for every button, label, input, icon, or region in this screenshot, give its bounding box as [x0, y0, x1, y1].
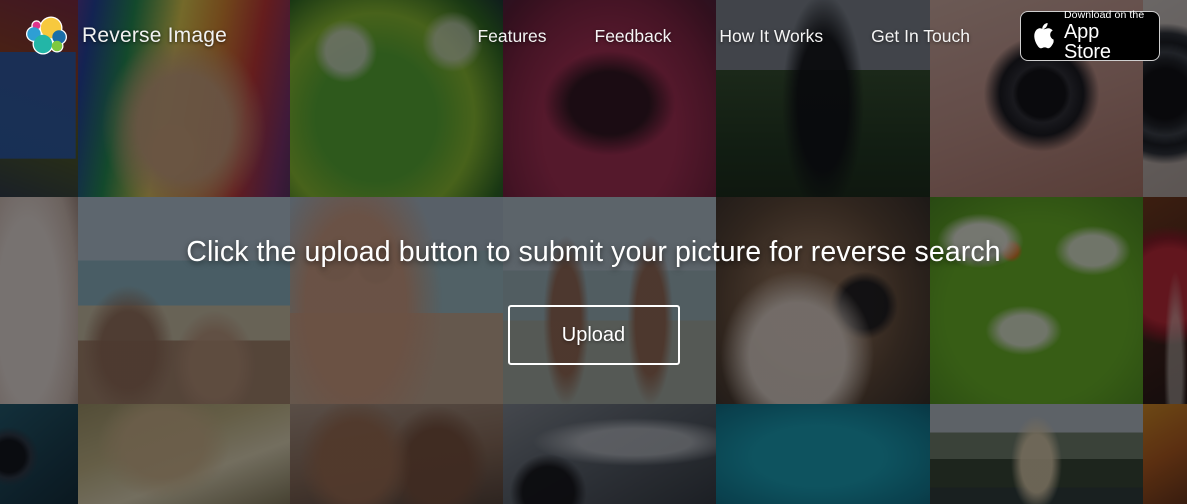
hero-title: Click the upload button to submit your p… [186, 236, 1001, 268]
nav-link-features[interactable]: Features [453, 20, 570, 53]
brand[interactable]: Reverse Image [0, 12, 227, 60]
site-header: Reverse Image Features Feedback How It W… [0, 0, 1187, 72]
app-store-download-button[interactable]: Download on the App Store [1020, 10, 1160, 63]
nav-link-get-in-touch[interactable]: Get In Touch [847, 20, 994, 53]
landing-page: Reverse Image Features Feedback How It W… [0, 0, 1187, 504]
upload-button[interactable]: Upload [507, 305, 680, 365]
nav-link-how-it-works[interactable]: How It Works [695, 20, 847, 53]
app-store-small-text: Download on the [1064, 8, 1145, 21]
main-navigation: Features Feedback How It Works Get In To… [453, 20, 994, 53]
nav-link-feedback[interactable]: Feedback [571, 20, 696, 53]
app-store-big-text: App Store [1064, 21, 1111, 64]
brand-name: Reverse Image [82, 24, 227, 47]
app-store-label: Download on the App Store [1064, 10, 1147, 63]
apple-logo-icon [1034, 23, 1054, 49]
hero-section: Click the upload button to submit your p… [0, 236, 1187, 365]
colorful-bubbles-logo-icon [26, 16, 67, 55]
